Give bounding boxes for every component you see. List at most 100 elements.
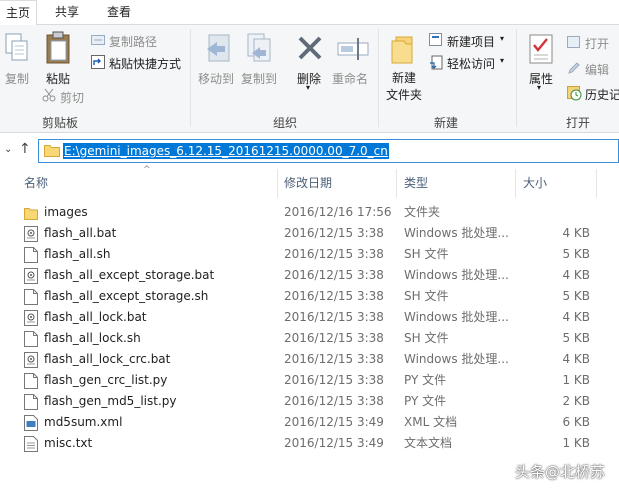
file-type: PY 文件 [404, 394, 447, 408]
folder-icon [24, 208, 38, 220]
file-size [520, 202, 590, 223]
tab-view[interactable]: 查看 [98, 0, 140, 25]
column-date[interactable]: 修改日期 [284, 169, 332, 198]
paste-icon [46, 31, 70, 64]
file-icon [24, 373, 38, 389]
history-icon [567, 86, 582, 101]
file-name: misc.txt [44, 436, 93, 450]
file-size: 2 KB [562, 394, 590, 408]
file-name: flash_all.bat [44, 226, 117, 240]
column-name[interactable]: 名称 [24, 169, 48, 198]
file-size: 6 KB [562, 415, 590, 429]
file-row[interactable]: flash_all.sh 2016/12/15 3:38 SH 文件 5 KB [0, 244, 619, 265]
chevron-down-icon: ▾ [500, 56, 505, 65]
new-item-icon [429, 33, 442, 46]
ribbon-tab-bar: 主页 共享 查看 [0, 0, 619, 26]
chevron-down-icon: ▾ [306, 83, 311, 92]
file-size: 4 KB [562, 310, 590, 324]
file-name: images [44, 205, 88, 219]
file-date: 2016/12/15 3:38 [284, 289, 384, 303]
file-row[interactable]: md5sum.xml 2016/12/15 3:49 XML 文档 6 KB [0, 412, 619, 433]
file-name: flash_all_lock.sh [44, 331, 141, 345]
clipboard-group-label: 剪贴板 [42, 116, 79, 130]
file-row[interactable]: flash_all_except_storage.bat 2016/12/15 3… [0, 265, 619, 286]
xml-file-icon [24, 415, 38, 431]
ribbon-divider [378, 29, 379, 127]
batch-file-icon [24, 310, 38, 326]
file-type: Windows 批处理... [404, 310, 508, 324]
file-date: 2016/12/15 3:38 [284, 226, 384, 240]
ribbon-divider [516, 29, 517, 127]
copy-icon [5, 33, 28, 61]
file-row[interactable]: misc.txt 2016/12/15 3:49 文本文档 1 KB [0, 433, 619, 454]
address-row: ⌄ ↑ E:\gemini_images_6.12.15_20161215.00… [0, 133, 619, 169]
file-row[interactable]: flash_gen_crc_list.py 2016/12/15 3:38 PY 文… [0, 370, 619, 391]
file-type: 文件夹 [404, 205, 441, 219]
edit-pencil-icon [568, 62, 580, 74]
file-date: 2016/12/15 3:49 [284, 436, 384, 450]
tab-share[interactable]: 共享 [46, 0, 88, 25]
file-date: 2016/12/15 3:38 [284, 373, 384, 387]
copy-to-icon [247, 33, 271, 62]
file-type: Windows 批处理... [404, 352, 508, 366]
file-row[interactable]: flash_all_lock_crc.bat 2016/12/15 3:38 Win… [0, 349, 619, 370]
file-type: SH 文件 [404, 247, 449, 261]
file-row[interactable]: flash_all.bat 2016/12/15 3:38 Windows 批处理.… [0, 223, 619, 244]
file-type: 文本文档 [404, 436, 453, 450]
file-row[interactable]: flash_all_lock.sh 2016/12/15 3:38 SH 文件 5 K… [0, 328, 619, 349]
column-divider[interactable] [596, 169, 597, 198]
new-group-label: 新建 [434, 116, 459, 130]
batch-file-icon [24, 268, 38, 284]
column-divider[interactable] [396, 169, 397, 198]
file-size: 1 KB [562, 436, 590, 450]
column-divider[interactable] [515, 169, 516, 198]
watermark: 头条@北桥苏 [514, 463, 605, 481]
address-path-input[interactable]: E:\gemini_images_6.12.15_20161215.0000.0… [63, 143, 389, 159]
file-name: flash_all_except_storage.sh [44, 289, 209, 303]
column-divider[interactable] [277, 169, 278, 198]
file-date: 2016/12/16 17:56 [284, 205, 392, 219]
file-name: flash_all_except_storage.bat [44, 268, 215, 282]
batch-file-icon [24, 352, 38, 368]
file-row[interactable]: images 2016/12/16 17:56 文件夹 [0, 202, 619, 223]
file-row[interactable]: flash_all_except_storage.sh 2016/12/15 3:… [0, 286, 619, 307]
tab-home[interactable]: 主页 [0, 0, 37, 26]
file-size: 5 KB [562, 247, 590, 261]
file-icon [24, 331, 38, 347]
recent-locations-chevron-icon[interactable]: ⌄ [4, 144, 12, 155]
file-name: md5sum.xml [44, 415, 123, 429]
file-type: PY 文件 [404, 373, 447, 387]
properties-icon [529, 34, 553, 64]
file-name: flash_all_lock.bat [44, 310, 147, 324]
file-date: 2016/12/15 3:49 [284, 415, 384, 429]
file-type: XML 文档 [404, 415, 458, 429]
file-date: 2016/12/15 3:38 [284, 331, 384, 345]
file-date: 2016/12/15 3:38 [284, 268, 384, 282]
move-to-icon [207, 34, 230, 62]
file-name: flash_all_lock_crc.bat [44, 352, 171, 366]
file-date: 2016/12/15 3:38 [284, 394, 384, 408]
chevron-down-icon: ▾ [500, 34, 505, 43]
file-type: SH 文件 [404, 331, 449, 345]
ribbon-divider [190, 29, 191, 127]
file-type: SH 文件 [404, 289, 449, 303]
file-icon [24, 289, 38, 305]
file-size: 4 KB [562, 352, 590, 366]
file-name: flash_gen_md5_list.py [44, 394, 177, 408]
paste-shortcut-icon [91, 55, 105, 69]
file-date: 2016/12/15 3:38 [284, 352, 384, 366]
folder-icon [44, 145, 60, 157]
rename-icon [337, 38, 369, 60]
address-bar[interactable]: E:\gemini_images_6.12.15_20161215.0000.0… [38, 139, 619, 163]
file-row[interactable]: flash_gen_md5_list.py 2016/12/15 3:38 PY 文… [0, 391, 619, 412]
open-icon [567, 36, 580, 48]
file-row[interactable]: flash_all_lock.bat 2016/12/15 3:38 Windows… [0, 307, 619, 328]
text-file-icon [24, 436, 38, 452]
up-arrow-icon[interactable]: ↑ [19, 141, 31, 157]
file-icon [24, 247, 38, 263]
easy-access-icon [430, 55, 443, 70]
column-type[interactable]: 类型 [404, 169, 428, 198]
new-folder-icon [391, 36, 413, 64]
organize-group-label: 组织 [273, 116, 298, 130]
column-size[interactable]: 大小 [523, 169, 547, 198]
